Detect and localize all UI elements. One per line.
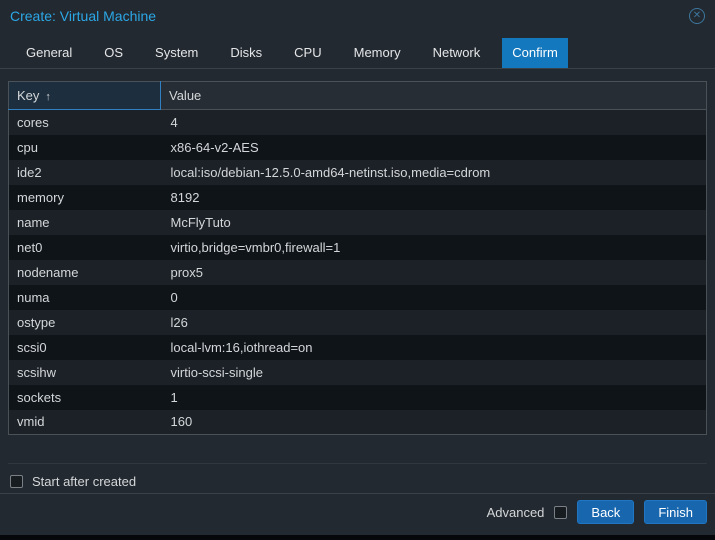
start-after-created-label: Start after created (32, 474, 137, 489)
row-value: 1 (170, 389, 178, 405)
column-header-key[interactable]: Key ↑ (8, 81, 161, 110)
table-row[interactable]: numa 0 (8, 284, 707, 310)
advanced-checkbox[interactable] (554, 505, 568, 519)
sort-asc-icon: ↑ (45, 91, 51, 103)
row-value: 8192 (170, 189, 200, 205)
table-row[interactable]: name McFlyTuto (8, 209, 707, 235)
row-key: vmid (17, 414, 45, 430)
create-vm-dialog: Create: Virtual Machine ✕ General OS Sys… (0, 0, 715, 535)
row-key: scsi0 (17, 339, 47, 355)
row-key: ide2 (17, 164, 42, 180)
tab-system[interactable]: System (145, 38, 208, 68)
dialog-toolbar: Advanced Back Finish (0, 493, 715, 530)
tab-cpu[interactable]: CPU (284, 38, 331, 68)
table-row[interactable]: net0 virtio,bridge=vmbr0,firewall=1 (8, 234, 707, 260)
summary-table: Key ↑ Value cores 4 cpu x86-64-v2-AES id… (8, 81, 707, 435)
tab-confirm[interactable]: Confirm (502, 38, 568, 68)
tab-os[interactable]: OS (94, 38, 133, 68)
table-row[interactable]: sockets 1 (8, 384, 707, 410)
row-key: sockets (17, 389, 62, 405)
table-row[interactable]: scsihw virtio-scsi-single (8, 359, 707, 385)
table-row[interactable]: nodename prox5 (8, 259, 707, 285)
table-row[interactable]: ostype l26 (8, 309, 707, 335)
column-header-value-label: Value (169, 88, 202, 103)
row-value: 160 (170, 414, 193, 430)
row-key: memory (17, 189, 64, 205)
row-key: cpu (17, 139, 38, 155)
tab-disks[interactable]: Disks (220, 38, 272, 68)
confirm-panel: Key ↑ Value cores 4 cpu x86-64-v2-AES id… (0, 69, 715, 499)
table-row[interactable]: cores 4 (8, 109, 707, 135)
dialog-titlebar: Create: Virtual Machine ✕ (0, 0, 715, 32)
row-value: McFlyTuto (170, 214, 231, 230)
table-row[interactable]: memory 8192 (8, 184, 707, 210)
table-row[interactable]: vmid 160 (8, 409, 707, 435)
row-key: ostype (17, 314, 56, 330)
row-key: scsihw (17, 364, 57, 380)
back-button[interactable]: Back (577, 500, 635, 524)
advanced-label: Advanced (486, 504, 545, 520)
row-value: prox5 (170, 264, 204, 280)
row-value: 0 (170, 289, 178, 305)
row-value: virtio-scsi-single (170, 364, 263, 380)
row-key: nodename (17, 264, 79, 280)
row-value: 4 (170, 114, 178, 130)
row-value: local:iso/debian-12.5.0-amd64-netinst.is… (170, 164, 491, 180)
row-value: local-lvm:16,iothread=on (170, 339, 313, 355)
row-key: numa (17, 289, 50, 305)
close-icon[interactable]: ✕ (689, 8, 705, 24)
row-key: net0 (17, 239, 43, 255)
row-value: virtio,bridge=vmbr0,firewall=1 (170, 239, 341, 255)
row-value: x86-64-v2-AES (170, 139, 259, 155)
column-header-key-label: Key (17, 88, 40, 103)
start-after-created-checkbox[interactable] (10, 475, 23, 488)
column-header-value[interactable]: Value (160, 81, 707, 110)
table-row[interactable]: cpu x86-64-v2-AES (8, 134, 707, 160)
tab-network[interactable]: Network (423, 38, 491, 68)
finish-button[interactable]: Finish (644, 500, 707, 524)
tab-general[interactable]: General (16, 38, 82, 68)
dialog-title: Create: Virtual Machine (10, 8, 157, 24)
table-row[interactable]: ide2 local:iso/debian-12.5.0-amd64-netin… (8, 159, 707, 185)
tab-memory[interactable]: Memory (344, 38, 411, 68)
table-header-row: Key ↑ Value (8, 81, 707, 110)
row-value: l26 (170, 314, 188, 330)
row-key: name (17, 214, 50, 230)
tab-bar: General OS System Disks CPU Memory Netwo… (0, 32, 715, 69)
table-row[interactable]: scsi0 local-lvm:16,iothread=on (8, 334, 707, 360)
row-key: cores (17, 114, 49, 130)
